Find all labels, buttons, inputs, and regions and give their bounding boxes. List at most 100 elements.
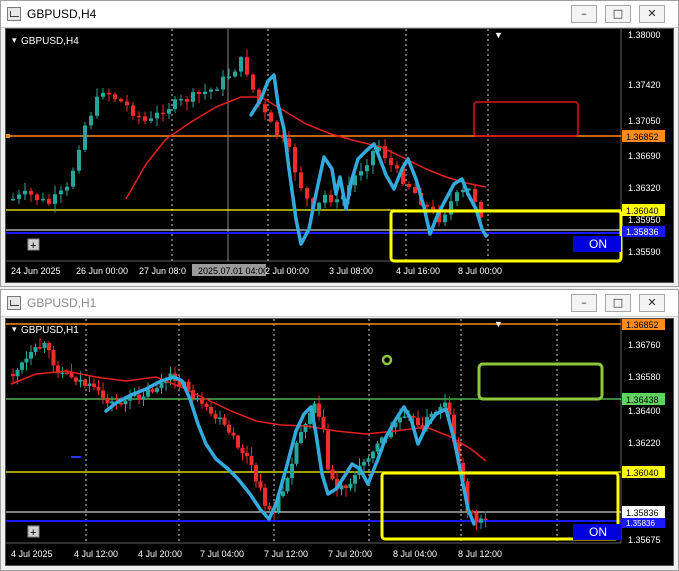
candle-body xyxy=(74,377,78,382)
window-title: GBPUSD,H4 xyxy=(27,7,97,21)
white-price-tag-label: 1.35836 xyxy=(626,508,659,518)
candle-body xyxy=(218,417,222,420)
candle-body xyxy=(53,194,57,204)
chart-canvas-h4[interactable]: ON + ▾ GBPUSD,H4 ▼ 1.38000 1.37420 1.37050 1.366… xyxy=(5,28,674,283)
candle-body xyxy=(231,432,236,436)
time-axis-label: 3 Jul 08:00 xyxy=(329,266,373,276)
yellow-price-tag-label: 1.36040 xyxy=(626,468,659,478)
candle-body xyxy=(227,424,231,433)
chart-label-marker: ▾ xyxy=(12,35,17,45)
time-axis-label: 4 Jul 2025 xyxy=(11,549,53,559)
candle-body xyxy=(299,172,303,189)
candle-body xyxy=(251,74,255,90)
chart-window-h4[interactable]: GBPUSD,H4 – □ ✕ ON + ▾ GBPUSD,H4 ▼ 1.38000 1.3… xyxy=(0,0,679,287)
close-icon[interactable]: ✕ xyxy=(639,294,665,312)
candle-body xyxy=(159,382,164,389)
minimize-icon[interactable]: – xyxy=(571,294,597,312)
candle-body xyxy=(143,116,147,121)
candle-body xyxy=(269,112,273,122)
price-axis-label: 1.36320 xyxy=(628,183,661,193)
candle-body xyxy=(245,57,249,75)
green-zone-box xyxy=(477,362,604,401)
candle-body xyxy=(395,165,399,169)
price-axis-label: 1.35675 xyxy=(628,535,661,545)
candle-body xyxy=(38,347,42,349)
candle-body xyxy=(239,57,243,72)
candle-body xyxy=(285,478,290,492)
candle-body xyxy=(479,518,483,523)
candle-body xyxy=(191,92,195,102)
blue-price-tag-label: 1.35836 xyxy=(626,519,655,528)
time-axis-label: 4 Jul 20:00 xyxy=(138,549,182,559)
candle-body xyxy=(275,121,279,135)
candle-body xyxy=(413,187,417,194)
maximize-icon[interactable]: □ xyxy=(605,294,631,312)
candle-body xyxy=(83,379,87,386)
price-chart-h1[interactable]: ON + ▾ GBPUSD,H1 ▼ 1.36760 1.36580 1.36400 1.362… xyxy=(6,319,673,565)
candle-body xyxy=(483,518,488,521)
titlebar-h1[interactable]: GBPUSD,H1 – □ ✕ xyxy=(1,290,678,317)
plus-button-label: + xyxy=(30,240,36,252)
candle-body xyxy=(77,149,81,171)
candle-body xyxy=(29,190,33,195)
candle-body xyxy=(155,112,159,119)
candle-body xyxy=(222,417,227,425)
candle-body xyxy=(185,98,189,102)
candle-body xyxy=(101,390,105,398)
shift-marker: ▼ xyxy=(494,319,503,329)
candle-body xyxy=(281,491,285,496)
close-icon[interactable]: ✕ xyxy=(639,5,665,23)
candle-body xyxy=(101,92,105,97)
candle-body xyxy=(15,369,20,377)
chart-window-h1[interactable]: GBPUSD,H1 – □ ✕ ON + ▾ GBPUSD,H1 ▼ 1.36760 1.3… xyxy=(0,289,679,571)
candle-body xyxy=(362,461,366,466)
candle-body xyxy=(461,189,465,193)
candle-body xyxy=(215,89,219,91)
candle-body xyxy=(33,347,38,353)
maximize-icon[interactable]: □ xyxy=(605,5,631,23)
minimize-icon[interactable]: – xyxy=(571,5,597,23)
level-handle xyxy=(6,134,10,138)
red-zone-box xyxy=(473,101,579,137)
candle-body xyxy=(365,165,369,172)
candle-body xyxy=(474,512,479,523)
candle-body xyxy=(203,91,207,95)
candle-body xyxy=(263,487,267,506)
on-button-label: ON xyxy=(589,237,607,251)
candle-body xyxy=(83,125,87,150)
price-axis-label: 1.35950 xyxy=(628,215,661,225)
candle-body xyxy=(141,396,146,400)
candle-body xyxy=(330,469,335,479)
candle-body xyxy=(293,147,297,173)
price-axis-label: 1.38000 xyxy=(628,30,661,40)
candle-body xyxy=(375,443,380,452)
candle-body xyxy=(179,98,183,101)
candle-body xyxy=(41,198,45,201)
time-axis-label: 8 Jul 04:00 xyxy=(393,549,437,559)
candle-body xyxy=(42,342,47,349)
candle-body xyxy=(167,109,171,114)
candle-body xyxy=(17,194,21,199)
candle-body xyxy=(123,400,128,405)
price-axis-label: 1.36400 xyxy=(628,406,661,416)
shift-marker: ▼ xyxy=(494,30,503,40)
candle-body xyxy=(366,458,371,462)
chart-window-icon xyxy=(7,7,21,21)
candle-body xyxy=(105,397,110,404)
titlebar-h4[interactable]: GBPUSD,H4 – □ ✕ xyxy=(1,1,678,28)
plus-button-label: + xyxy=(30,527,36,539)
candle-body xyxy=(161,112,165,115)
chart-canvas-h1[interactable]: ON + ▾ GBPUSD,H1 ▼ 1.36760 1.36580 1.36400 1.362… xyxy=(5,318,674,566)
candle-body xyxy=(119,99,123,102)
candle-body xyxy=(69,372,74,378)
candle-body xyxy=(305,188,309,199)
candle-body xyxy=(249,455,254,466)
candle-body xyxy=(209,89,213,92)
price-axis-label: 1.35590 xyxy=(628,247,661,257)
price-chart-h4[interactable]: ON + ▾ GBPUSD,H4 ▼ 1.38000 1.37420 1.37050 1.366… xyxy=(6,29,673,282)
green-price-tag-label: 1.36438 xyxy=(626,395,659,405)
candle-body xyxy=(150,389,155,392)
candle-body xyxy=(35,194,39,201)
candle-body xyxy=(317,202,321,210)
candle-body xyxy=(335,199,339,203)
